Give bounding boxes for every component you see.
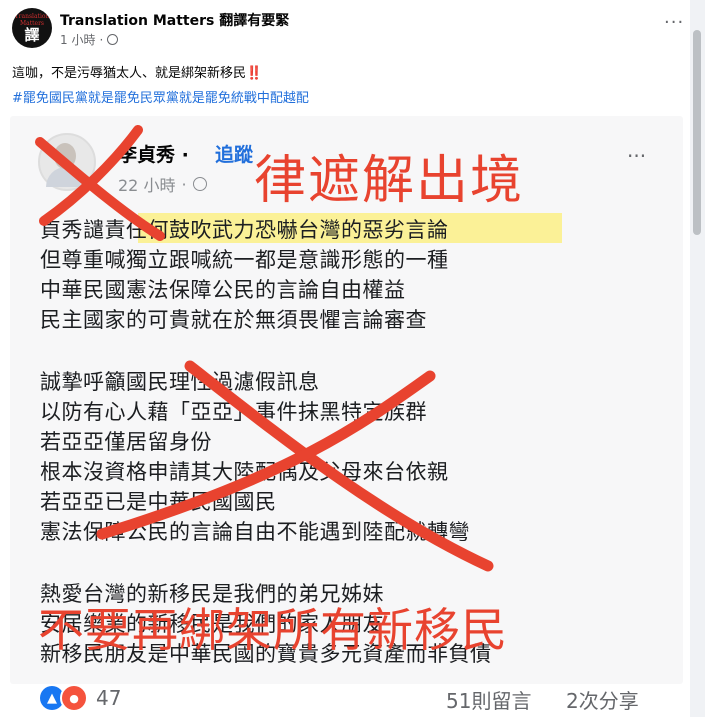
more-options-icon[interactable]: ··· — [664, 12, 684, 33]
globe-icon — [107, 34, 119, 45]
avatar-logo-glyph: 譯 — [24, 26, 40, 44]
post-meta: 1 小時 · — [60, 31, 119, 48]
avatar-logo-text: Translation Matters — [14, 13, 50, 27]
overlay-headline-top: 律遮解出境 — [254, 151, 525, 211]
meta-separator: · — [99, 32, 104, 47]
post-header: Translation Matters 譯 Translation Matter… — [10, 6, 690, 52]
double-exclamation-icon: ‼️ — [246, 66, 263, 81]
post-footer: ▲ ● 47 51則留言 2次分享 — [10, 684, 683, 714]
page-avatar[interactable]: Translation Matters 譯 — [12, 8, 52, 48]
large-cross-stroke-1 — [184, 360, 494, 572]
angry-reaction-icon: ● — [60, 684, 88, 712]
page-name[interactable]: Translation Matters 翻譯有要緊 — [60, 10, 289, 30]
comments-count-link[interactable]: 51則留言 — [446, 685, 531, 714]
post-image[interactable]: 李貞秀 · 追蹤 22 小時 · ··· 貞秀譴責任何鼓吹武力恐嚇台灣的惡劣言論… — [10, 116, 683, 684]
overlay-headline-bottom: 不要再綁架所有新移民 — [38, 603, 508, 657]
hashtag-link[interactable]: #罷免國民黨就是罷免民眾黨就是罷免統戰中配越配 — [12, 87, 309, 106]
post-time[interactable]: 1 小時 — [60, 31, 95, 48]
small-cross-stroke-1 — [35, 137, 165, 241]
scrollbar-thumb[interactable] — [693, 30, 701, 235]
reactions-summary[interactable]: ▲ ● 47 — [40, 684, 121, 712]
shares-count-link[interactable]: 2次分享 — [566, 685, 639, 714]
reaction-count: 47 — [96, 686, 122, 710]
scrollbar[interactable] — [690, 0, 705, 717]
post-caption: 這咖，不是污辱猶太人、就是綁架新移民‼️ — [12, 62, 262, 81]
caption-text: 這咖，不是污辱猶太人、就是綁架新移民 — [12, 66, 247, 81]
